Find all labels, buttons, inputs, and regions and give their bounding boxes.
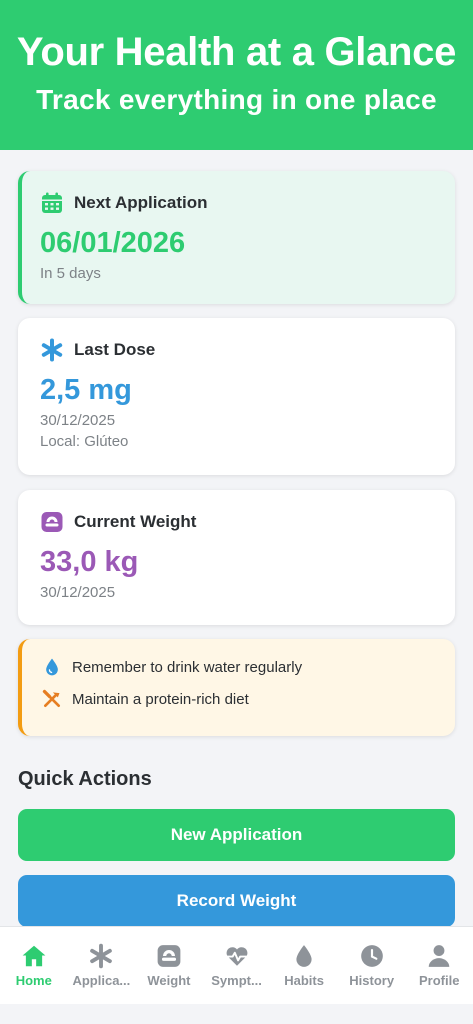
water-drop-icon <box>46 658 58 676</box>
next-application-card[interactable]: Next Application 06/01/2026 In 5 days <box>18 171 455 304</box>
home-icon <box>22 945 46 967</box>
last-dose-card[interactable]: Last Dose 2,5 mg 30/12/2025 Local: Glúte… <box>18 318 455 475</box>
tab-symptoms-label: Sympt... <box>211 973 262 988</box>
utensils-icon <box>42 689 61 707</box>
calendar-icon <box>42 192 62 213</box>
water-drop-icon <box>296 945 312 967</box>
tab-history-label: History <box>349 973 395 988</box>
tip-water-text: Remember to drink water regularly <box>72 658 303 676</box>
last-dose-date: 30/12/2025 <box>40 412 116 429</box>
current-weight-date: 30/12/2025 <box>40 584 116 601</box>
current-weight-card[interactable]: Current Weight 33,0 kg 30/12/2025 <box>18 490 455 625</box>
tip-protein: Maintain a protein-rich diet <box>42 689 433 709</box>
kettlebell-icon <box>41 512 63 532</box>
home-indicator-area <box>0 1004 473 1024</box>
next-application-date: 06/01/2026 <box>40 227 186 259</box>
tips-card: Remember to drink water regularly Mainta… <box>18 639 455 736</box>
current-weight-header: Current Weight <box>40 510 433 534</box>
tab-profile-label: Profile <box>419 973 460 988</box>
next-application-title: Next Application <box>74 193 208 212</box>
last-dose-title: Last Dose <box>74 340 156 359</box>
hero-banner: Your Health at a Glance Track everything… <box>0 0 473 150</box>
tab-weight[interactable]: Weight <box>135 927 203 1004</box>
tab-weight-label: Weight <box>147 973 191 988</box>
hero-subtitle: Track everything in one place <box>36 84 437 115</box>
tab-home[interactable]: Home <box>0 927 68 1004</box>
record-weight-button[interactable]: Record Weight <box>18 875 455 927</box>
tab-history[interactable]: History <box>338 927 406 1004</box>
asterisk-icon <box>90 943 113 969</box>
bottom-tab-bar: Home Applica... Weight Sympt... Habits H… <box>0 926 473 1004</box>
tab-applications-label: Applica... <box>72 973 131 988</box>
tab-habits[interactable]: Habits <box>270 927 338 1004</box>
current-weight-title: Current Weight <box>74 512 197 531</box>
heartbeat-icon <box>225 947 248 966</box>
tab-applications[interactable]: Applica... <box>68 927 136 1004</box>
tip-water: Remember to drink water regularly <box>42 657 433 677</box>
tab-symptoms[interactable]: Sympt... <box>203 927 271 1004</box>
next-application-countdown: In 5 days <box>40 265 101 282</box>
current-weight-value: 33,0 kg <box>40 546 139 578</box>
quick-actions-title: Quick Actions <box>18 768 152 790</box>
tip-protein-text: Maintain a protein-rich diet <box>72 690 249 708</box>
last-dose-amount: 2,5 mg <box>40 374 132 406</box>
tab-habits-label: Habits <box>284 973 324 988</box>
tab-home-label: Home <box>15 973 52 988</box>
next-application-header: Next Application <box>40 191 433 215</box>
tab-profile[interactable]: Profile <box>405 927 473 1004</box>
hero-title: Your Health at a Glance <box>16 30 457 74</box>
clock-icon <box>360 945 383 967</box>
new-application-button[interactable]: New Application <box>18 809 455 861</box>
scale-icon <box>157 945 181 967</box>
user-icon <box>428 945 450 967</box>
asterisk-icon <box>41 338 63 362</box>
last-dose-header: Last Dose <box>40 338 433 362</box>
last-dose-site: Local: Glúteo <box>40 433 129 450</box>
